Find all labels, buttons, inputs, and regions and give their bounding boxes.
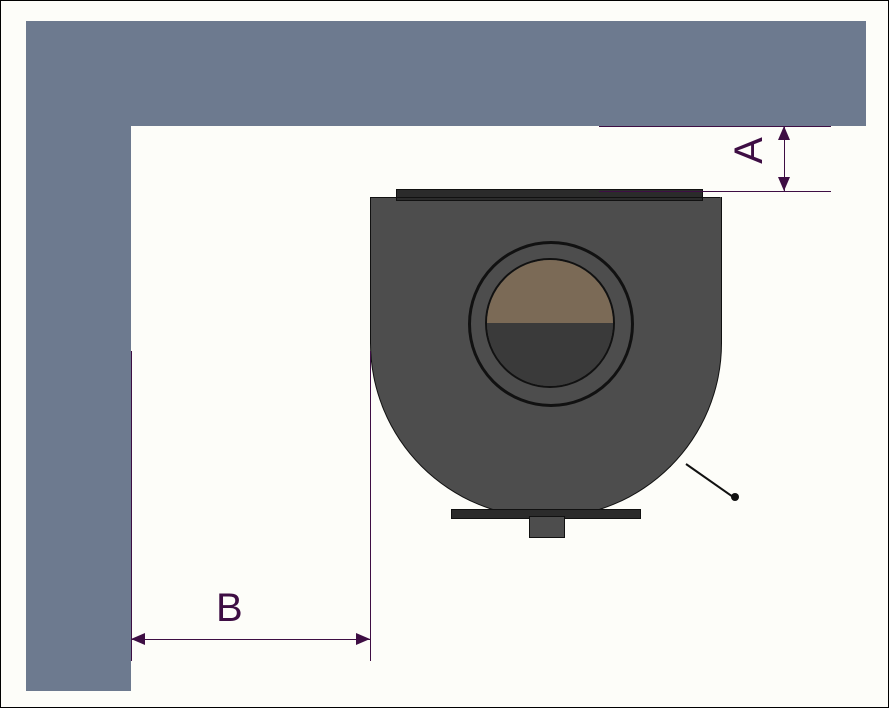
- wall-side: [26, 21, 131, 691]
- door-handle-knob: [731, 493, 739, 501]
- dim-b-arrow-left-icon: [131, 633, 145, 645]
- dim-b-extension-right: [370, 351, 371, 661]
- dim-a-extension-top: [599, 126, 831, 127]
- flue-firebrick-icon: [487, 260, 613, 323]
- flue-collar-inner: [485, 258, 615, 388]
- dim-a-label: A: [727, 137, 772, 164]
- flue-damper-icon: [487, 323, 613, 386]
- dim-b-label: B: [216, 586, 243, 631]
- clearance-diagram: A B: [0, 0, 889, 708]
- wall-back: [26, 21, 866, 126]
- door-handle-arm: [685, 463, 735, 499]
- dim-a-arrow-top-icon: [778, 126, 790, 140]
- dim-b-line: [131, 639, 370, 640]
- dim-b-arrow-right-icon: [356, 633, 370, 645]
- dim-a-arrow-bottom-icon: [778, 177, 790, 191]
- stove-flat-edge: [370, 197, 720, 198]
- stove-air-inlet: [529, 516, 565, 538]
- dim-a-extension-bottom: [599, 191, 831, 192]
- dim-b-extension-left: [131, 351, 132, 661]
